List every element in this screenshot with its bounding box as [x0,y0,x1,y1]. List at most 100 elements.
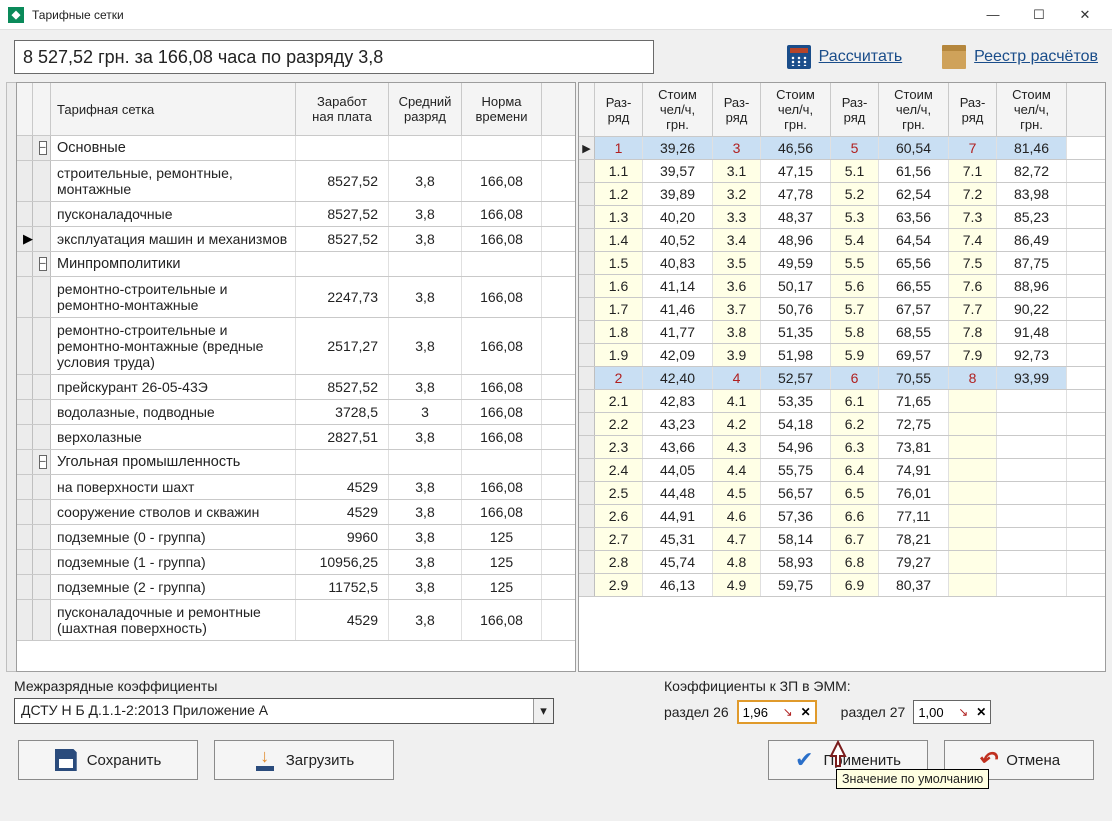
table-row[interactable]: ▶эксплуатация машин и механизмов8527,523… [17,227,575,252]
collapse-icon[interactable]: – [39,257,47,271]
table-row[interactable]: –Угольная промышленность [17,450,575,475]
rate-row[interactable]: 2.343,664.354,966.373,81 [579,436,1105,459]
rank-cell: 3.7 [713,298,761,320]
table-row[interactable]: водолазные, подводные3728,53166,08 [17,400,575,425]
maximize-button[interactable]: ☐ [1016,0,1062,30]
rate-row[interactable]: 2.544,484.556,576.576,01 [579,482,1105,505]
rank-cell: 1.8 [595,321,643,343]
table-row[interactable]: строительные, ремонтные, монтажные8527,5… [17,161,575,202]
table-row[interactable]: подземные (1 - группа)10956,253,8125 [17,550,575,575]
row-rank: 3,8 [389,575,462,599]
rank-cell: 5.8 [831,321,879,343]
table-row[interactable]: подземные (2 - группа)11752,53,8125 [17,575,575,600]
row-rank: 3,8 [389,550,462,574]
rate-row[interactable]: 2.845,744.858,936.879,27 [579,551,1105,574]
rate-row[interactable]: 2.444,054.455,756.474,91 [579,459,1105,482]
rate-row[interactable]: 1.942,093.951,985.969,577.992,73 [579,344,1105,367]
cancel-label: Отмена [1006,752,1060,769]
row-salary: 2517,27 [296,318,389,374]
row-salary: 11752,5 [296,575,389,599]
rate-row[interactable]: 1.641,143.650,175.666,557.688,96 [579,275,1105,298]
reset-default-icon[interactable]: ↘ [779,705,797,719]
col-cost4: Стоим чел/ч, грн. [997,83,1067,136]
rate-row[interactable]: 1.841,773.851,355.868,557.891,48 [579,321,1105,344]
rank-cell: 6.9 [831,574,879,596]
row-salary: 3728,5 [296,400,389,424]
calculate-link[interactable]: Рассчитать [787,45,903,69]
cost-cell: 52,57 [761,367,831,389]
rank-cell [949,436,997,458]
chevron-down-icon[interactable]: ▾ [533,699,553,723]
minimize-button[interactable]: — [970,0,1016,30]
rate-row[interactable]: 1.741,463.750,765.767,577.790,22 [579,298,1105,321]
save-icon [55,749,77,771]
table-row[interactable]: пусконаладочные8527,523,8166,08 [17,202,575,227]
save-button[interactable]: Сохранить [18,740,198,780]
table-row[interactable]: верхолазные2827,513,8166,08 [17,425,575,450]
row-name: ремонтно-строительные и ремонтно-монтажн… [51,318,296,374]
cost-cell: 71,65 [879,390,949,412]
rate-row[interactable]: 2.946,134.959,756.980,37 [579,574,1105,597]
inter-rank-combo[interactable]: ДСТУ Н Б Д.1.1-2:2013 Приложение А ▾ [14,698,554,724]
cost-cell: 53,35 [761,390,831,412]
table-row[interactable]: пусконаладочные и ремонтные (шахтная пов… [17,600,575,641]
close-button[interactable]: ✕ [1062,0,1108,30]
cost-cell: 58,14 [761,528,831,550]
table-row[interactable]: сооружение стволов и скважин45293,8166,0… [17,500,575,525]
rank-cell: 6.7 [831,528,879,550]
cost-cell: 66,55 [879,275,949,297]
clear-icon[interactable]: ✕ [797,705,815,719]
cost-cell: 45,74 [643,551,713,573]
rank-cell [949,551,997,573]
r27-input[interactable] [914,703,954,722]
rate-row[interactable]: 2.243,234.254,186.272,75 [579,413,1105,436]
row-name: водолазные, подводные [51,400,296,424]
reset-default-icon[interactable]: ↘ [954,705,972,719]
inter-rank-label: Межразрядные коэффициенты [14,678,564,694]
rank-cell: 1 [595,137,643,159]
cost-cell: 41,77 [643,321,713,343]
rank-cell: 1.3 [595,206,643,228]
rate-row[interactable]: ▶139,26346,56560,54781,46 [579,137,1105,160]
tariff-table[interactable]: Тарифная сетка Заработ ная плата Средний… [16,82,576,672]
clear-icon[interactable]: ✕ [972,705,990,719]
tooltip: Значение по умолчанию [836,769,989,789]
cost-cell: 62,54 [879,183,949,205]
row-name: прейскурант 26-05-43Э [51,375,296,399]
r26-input[interactable] [739,703,779,722]
rate-row[interactable]: 1.340,203.348,375.363,567.385,23 [579,206,1105,229]
rate-table-header: Раз- ряд Стоим чел/ч, грн. Раз- ряд Стои… [579,83,1105,137]
table-row[interactable]: –Минпромполитики [17,252,575,277]
cost-cell: 50,17 [761,275,831,297]
load-button[interactable]: Загрузить [214,740,394,780]
rate-row[interactable]: 1.139,573.147,155.161,567.182,72 [579,160,1105,183]
row-name: верхолазные [51,425,296,449]
cost-cell [997,528,1067,550]
table-row[interactable]: на поверхности шахт45293,8166,08 [17,475,575,500]
row-rank [389,252,462,276]
table-row[interactable]: –Основные [17,136,575,161]
rate-row[interactable]: 2.142,834.153,356.171,65 [579,390,1105,413]
rank-cell: 4.1 [713,390,761,412]
rate-row[interactable]: 2.745,314.758,146.778,21 [579,528,1105,551]
cost-cell: 39,89 [643,183,713,205]
rank-cell: 6.6 [831,505,879,527]
col-cost3: Стоим чел/ч, грн. [879,83,949,136]
registry-link[interactable]: Реестр расчётов [942,45,1098,69]
rank-cell: 1.7 [595,298,643,320]
rank-cell: 8 [949,367,997,389]
rate-row[interactable]: 2.644,914.657,366.677,11 [579,505,1105,528]
table-row[interactable]: прейскурант 26-05-43Э8527,523,8166,08 [17,375,575,400]
rank-cell: 5.4 [831,229,879,251]
table-row[interactable]: ремонтно-строительные и ремонтно-монтажн… [17,277,575,318]
table-row[interactable]: ремонтно-строительные и ремонтно-монтажн… [17,318,575,375]
rank-cell: 2.5 [595,482,643,504]
table-row[interactable]: подземные (0 - группа)99603,8125 [17,525,575,550]
collapse-icon[interactable]: – [39,141,47,155]
rate-row[interactable]: 1.239,893.247,785.262,547.283,98 [579,183,1105,206]
rate-row[interactable]: 242,40452,57670,55893,99 [579,367,1105,390]
rate-row[interactable]: 1.440,523.448,965.464,547.486,49 [579,229,1105,252]
rate-table-body[interactable]: ▶139,26346,56560,54781,461.139,573.147,1… [579,137,1105,671]
rate-row[interactable]: 1.540,833.549,595.565,567.587,75 [579,252,1105,275]
collapse-icon[interactable]: – [39,455,47,469]
